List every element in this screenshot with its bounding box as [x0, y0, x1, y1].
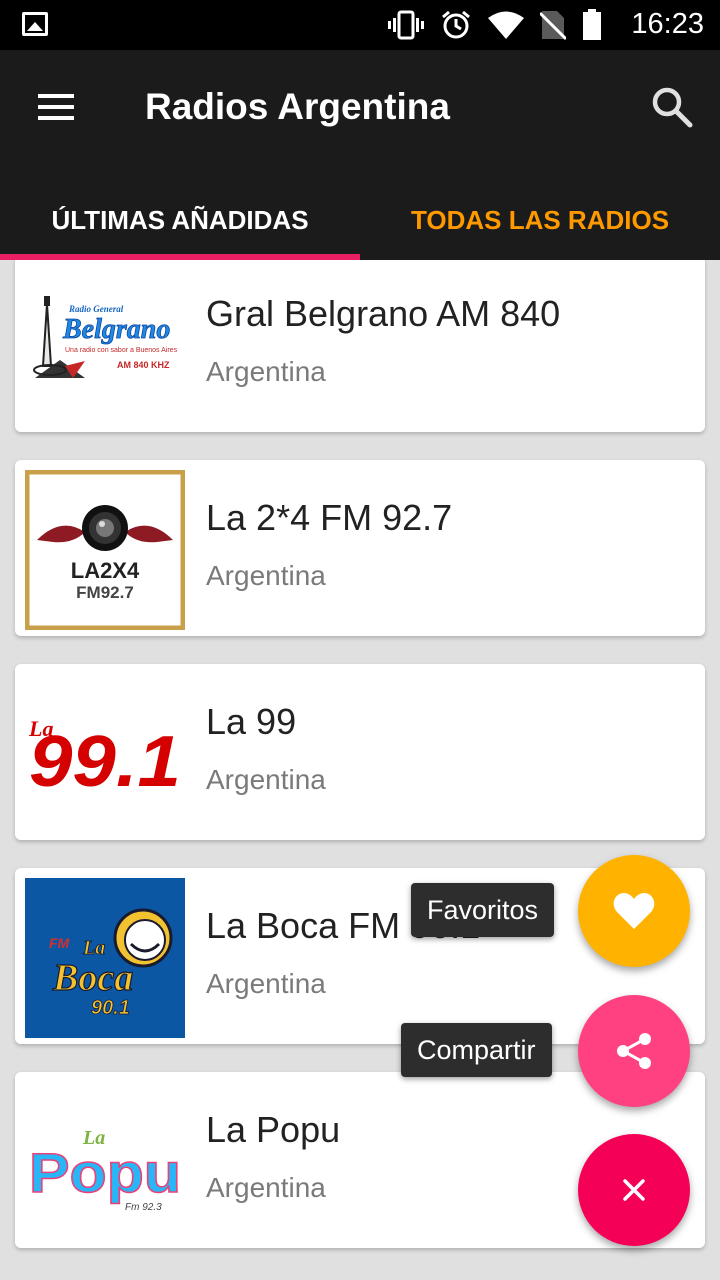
station-logo-la99: La 99.1	[25, 674, 185, 834]
svg-text:Fm 92.3: Fm 92.3	[125, 1202, 162, 1213]
alarm-icon	[442, 10, 470, 39]
vibrate-icon	[388, 10, 424, 40]
search-icon[interactable]	[650, 85, 694, 129]
station-name: La 99	[206, 701, 297, 742]
svg-text:Popu: Popu	[29, 1141, 181, 1204]
station-name: La Popu	[206, 1109, 341, 1150]
station-country: Argentina	[206, 356, 326, 387]
station-logo-laboca: FM La Boca 90.1	[25, 878, 185, 1038]
app-title: Radios Argentina	[145, 86, 450, 127]
favorites-button[interactable]	[578, 855, 690, 967]
share-tooltip[interactable]: Compartir	[401, 1023, 552, 1077]
station-name: La 2*4 FM 92.7	[206, 497, 453, 538]
svg-text:FM92.7: FM92.7	[76, 583, 134, 602]
station-logo-lapopu: La Popu Fm 92.3	[25, 1082, 185, 1242]
station-logo-belgrano: Radio General Belgrano Una radio con sab…	[25, 266, 185, 426]
station-name: Gral Belgrano AM 840	[206, 293, 561, 334]
svg-text:La: La	[82, 937, 105, 959]
station-country: Argentina	[206, 968, 326, 999]
tab-ultimas-anadidas[interactable]: ÚLTIMAS AÑADIDAS	[0, 180, 360, 260]
svg-text:Radio General: Radio General	[68, 304, 124, 314]
status-icons	[388, 9, 602, 41]
svg-text:Una radio con sabor a Buenos A: Una radio con sabor a Buenos Aires	[65, 347, 178, 354]
station-country: Argentina	[206, 560, 326, 591]
station-logo-la2x4: LA2X4 FM92.7	[25, 470, 185, 630]
station-country: Argentina	[206, 764, 326, 795]
svg-text:90.1: 90.1	[91, 997, 130, 1019]
svg-text:99.1: 99.1	[29, 722, 181, 802]
tab-todas-las-radios[interactable]: TODAS LAS RADIOS	[360, 180, 720, 260]
favorites-tooltip[interactable]: Favoritos	[411, 883, 555, 937]
status-time: 16:23	[631, 8, 704, 40]
svg-text:Boca: Boca	[52, 957, 133, 999]
station-country: Argentina	[206, 1172, 326, 1203]
share-icon	[617, 1033, 651, 1069]
station-card[interactable]: La 99.1 La 99 Argentina	[15, 664, 705, 840]
app-bar: Radios Argentina ÚLTIMAS AÑADIDAS TODAS …	[0, 50, 720, 260]
heart-icon	[613, 893, 655, 929]
no-sim-icon	[540, 11, 566, 41]
status-bar: 16:23	[0, 0, 720, 50]
svg-text:LA2X4: LA2X4	[71, 558, 140, 583]
station-card[interactable]: LA2X4 FM92.7 La 2*4 FM 92.7 Argentina	[15, 460, 705, 636]
battery-icon	[583, 9, 601, 40]
close-fab-button[interactable]	[578, 1134, 690, 1246]
station-card[interactable]: Radio General Belgrano Una radio con sab…	[15, 260, 705, 432]
wifi-icon	[488, 11, 524, 39]
station-list[interactable]: Radio General Belgrano Una radio con sab…	[0, 260, 720, 1280]
svg-text:AM 840 KHZ: AM 840 KHZ	[117, 360, 170, 370]
gallery-icon	[22, 12, 48, 36]
tab-bar: ÚLTIMAS AÑADIDAS TODAS LAS RADIOS	[0, 180, 720, 260]
svg-text:FM: FM	[49, 935, 70, 951]
menu-icon[interactable]	[36, 94, 76, 122]
close-icon	[623, 1179, 645, 1201]
svg-text:Belgrano: Belgrano	[62, 314, 170, 345]
share-button[interactable]	[578, 995, 690, 1107]
